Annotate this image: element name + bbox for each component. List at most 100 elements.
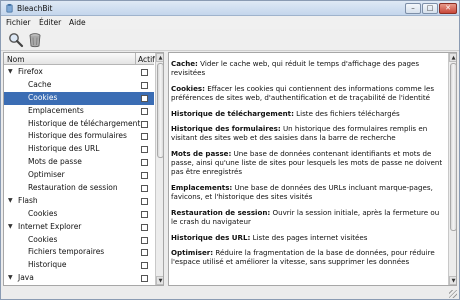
description-title: Optimiser: [171,248,214,258]
application-window: BleachBit – □ ✕ Fichier Éditer Aide Nom … [0,0,460,300]
tree-row-label: Historique de téléchargement [28,118,141,128]
desc-scroll-down-arrow[interactable]: ▼ [449,276,456,285]
tree-row[interactable]: ▼ Firefox [4,66,154,79]
description-paragraph: Emplacements: Une base de données des UR… [171,183,447,201]
resize-grip[interactable] [449,290,457,298]
tree-column-header: Nom Actif [4,53,155,65]
active-checkbox[interactable] [141,69,148,76]
tree-row[interactable]: Optimiser [4,169,154,182]
tree-rows: ▼ Firefox Cache Cookies Emplacements Historiq… [4,66,154,285]
tree-row[interactable]: Cookies [4,91,154,105]
active-checkbox[interactable] [141,249,148,257]
preview-icon[interactable] [8,32,24,48]
description-paragraph: Restauration de session: Ouvrir la sessi… [171,208,447,226]
active-checkbox[interactable] [141,210,148,218]
active-checkbox[interactable] [141,172,148,180]
tree-row-label: Historique des URL [28,144,100,154]
tree-row[interactable]: ▼ Flash [4,195,154,208]
description-body: Vider le cache web, qui réduit le temps … [171,59,420,78]
description-body: Effacer les cookies qui contiennent des … [171,83,435,102]
tree-row-label: Cache [28,79,52,89]
active-checkbox[interactable] [141,94,148,102]
scroll-up-arrow[interactable]: ▲ [156,53,163,62]
tree-row[interactable]: Cache [4,79,154,92]
tree-row[interactable]: Restauration de session [4,182,154,195]
delete-icon[interactable] [27,32,43,48]
description-title: Cookies: [171,83,205,93]
description-title: Restauration de session: [171,207,271,217]
tree-row-label: Optimiser [28,170,65,180]
tree-row-label: Mots de passe [28,157,82,167]
description-paragraph: Historique de téléchargement: Liste des … [171,109,447,118]
tree-row[interactable]: Historique [4,259,154,272]
description-title: Mots de passe: [171,148,232,158]
expander-arrow-icon[interactable]: ▼ [8,221,13,234]
expander-arrow-icon[interactable]: ▼ [8,66,13,79]
minimize-button[interactable]: – [405,3,421,14]
menu-editer[interactable]: Éditer [39,18,61,27]
column-name-header[interactable]: Nom [7,55,25,64]
status-bar [1,288,459,299]
tree-row[interactable]: Fichiers temporaires [4,246,154,259]
tree-row-label: Cookies [28,92,58,102]
description-paragraph: Optimiser: Réduire la fragmentation de l… [171,248,447,266]
active-checkbox[interactable] [141,81,148,89]
active-checkbox[interactable] [141,197,148,205]
active-checkbox[interactable] [141,159,148,167]
active-checkbox[interactable] [141,133,148,141]
description-title: Historique des URL: [171,232,251,242]
active-checkbox[interactable] [141,146,148,154]
tree-row[interactable]: Mots de passe [4,156,154,169]
tree-row-label: Internet Explorer [18,221,82,231]
tree-row-label: Historique [28,260,67,270]
tree-scrollbar[interactable]: ▲ ▼ [155,53,163,285]
description-paragraph: Mots de passe: Une base de données conte… [171,149,447,177]
expander-arrow-icon[interactable]: ▼ [8,195,13,208]
tree-row-label: Emplacements [28,105,84,115]
bleachbit-app-icon [6,4,13,13]
scroll-down-arrow[interactable]: ▼ [156,276,163,285]
tree-row-label: Java [18,273,34,283]
title-bar[interactable]: BleachBit – □ ✕ [1,1,459,16]
active-checkbox[interactable] [141,185,148,193]
description-scrollbar[interactable]: ▲ ▼ [448,53,456,285]
description-paragraph: Historique des formulaires: Un historiqu… [171,124,447,142]
tree-row[interactable]: Cookies [4,208,154,221]
tree-row[interactable]: Historique des URL [4,143,154,156]
description-paragraph: Historique des URL: Liste des pages inte… [171,233,447,242]
menu-aide[interactable]: Aide [69,18,86,27]
tree-row[interactable]: Historique des formulaires [4,130,154,143]
tree-row-label: Cookies [28,208,58,218]
tree-row[interactable]: Cookies [4,234,154,247]
tree-row-label: Cookies [28,234,58,244]
close-button[interactable]: ✕ [439,3,457,14]
tree-row[interactable]: ▼ Internet Explorer [4,221,154,234]
desc-scroll-thumb[interactable] [450,63,456,231]
description-text: Cache: Vider le cache web, qui réduit le… [171,59,447,273]
scroll-thumb[interactable] [157,63,163,158]
tree-row[interactable]: Historique de téléchargement [4,118,154,131]
tree-row[interactable]: Emplacements [4,105,154,118]
description-body: Liste des fichiers téléchargés [293,108,400,118]
tree-row-label: Historique des formulaires [28,131,127,141]
menu-fichier[interactable]: Fichier [6,18,31,27]
active-checkbox[interactable] [141,236,148,244]
description-body: Liste des pages internet visitées [250,232,368,242]
description-panel: Cache: Vider le cache web, qui réduit le… [168,52,457,286]
tree-row-label: Flash [18,195,38,205]
active-checkbox[interactable] [141,262,148,270]
column-active-header[interactable]: Actif [138,55,155,64]
description-paragraph: Cookies: Effacer les cookies qui contien… [171,84,447,102]
tree-row-label: Firefox [18,67,43,76]
active-checkbox[interactable] [141,275,148,283]
maximize-button[interactable]: □ [422,3,438,14]
tree-row-label: Restauration de session [28,183,118,193]
desc-scroll-up-arrow[interactable]: ▲ [449,53,456,62]
active-checkbox[interactable] [141,107,148,115]
active-checkbox[interactable] [141,223,148,231]
description-title: Historique des formulaires: [171,124,281,134]
description-paragraph: Cache: Vider le cache web, qui réduit le… [171,59,447,77]
tree-row[interactable]: ▼ Java [4,272,154,285]
expander-arrow-icon[interactable]: ▼ [8,272,13,285]
active-checkbox[interactable] [141,120,148,128]
